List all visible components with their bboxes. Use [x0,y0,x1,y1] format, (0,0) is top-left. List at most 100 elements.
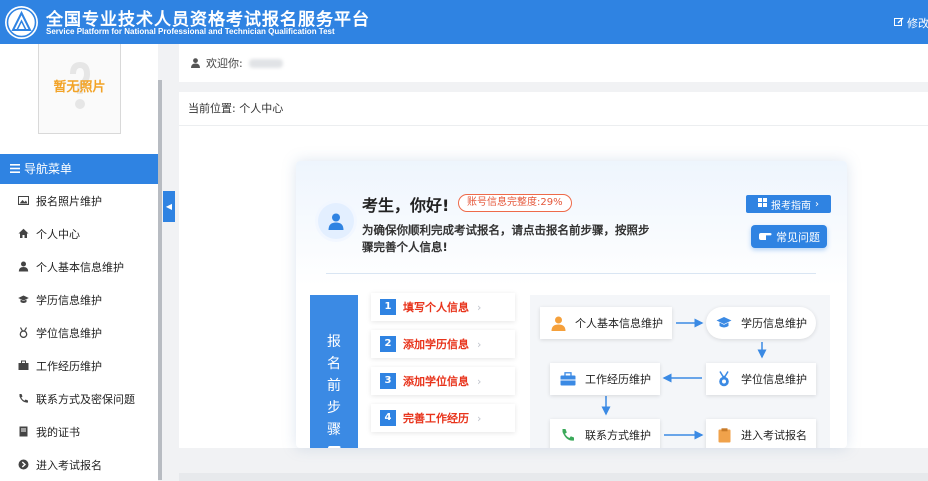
greeting-text: 考生，你好! [362,196,450,215]
sidebar-item-education[interactable]: 学历信息维护 [0,283,158,316]
step-number: 3 [380,373,396,389]
sidebar-item-label: 工作经历维护 [36,359,102,373]
clipboard-icon [716,427,732,443]
flow-node-enroll[interactable]: 进入考试报名 [706,419,816,448]
user-avatar-icon [328,213,344,230]
sidebar-collapse-button[interactable]: ◀ [163,191,175,222]
medal-icon [716,371,732,387]
nav-menu-header: 导航菜单 [0,154,158,184]
exam-guide-button[interactable]: 报考指南 › [746,195,831,213]
user-icon [17,261,29,273]
chevron-right-icon: › [477,374,482,388]
process-flow-diagram: 个人基本信息维护 学历信息维护 学位信息维护 工作经历维护 联系方式维护 进入考… [530,295,830,448]
nav-menu-title: 导航菜单 [24,162,73,176]
breadcrumb: 当前位置: 个人中心 [179,92,928,126]
chevron-right-icon: › [477,300,482,314]
sidebar-item-degree[interactable]: 学位信息维护 [0,316,158,349]
phone-icon [560,427,576,443]
modify-link[interactable]: 修改 [894,15,928,31]
book-icon [17,426,29,438]
flow-node-label: 联系方式维护 [585,429,651,442]
sidebar-item-label: 个人中心 [36,227,80,241]
breadcrumb-current: 个人中心 [239,102,284,115]
sidebar-item-label: 个人基本信息维护 [36,260,124,274]
sidebar-item-label: 联系方式及密保问题 [36,392,135,406]
sidebar-item-label: 学位信息维护 [36,326,102,340]
edit-icon [894,17,904,30]
step-label: 填写个人信息 [403,301,469,314]
flow-node-work[interactable]: 工作经历维护 [550,363,660,395]
flow-node-label: 工作经历维护 [585,373,651,386]
medal-icon [17,327,29,339]
step-complete-work[interactable]: 4 完善工作经历 › [371,404,515,432]
flow-node-degree[interactable]: 学位信息维护 [706,363,816,395]
home-icon [17,228,29,240]
nav-list: 报名照片维护 个人中心 个人基本信息维护 学历信息维护 学位信息维护 工作经历维… [0,184,158,481]
platform-subtitle: Service Platform for National Profession… [46,27,335,36]
sidebar-item-label: 进入考试报名 [36,458,102,472]
step-label: 添加学位信息 [403,375,469,388]
step-fill-personal-info[interactable]: 1 填写个人信息 › [371,293,515,321]
user-orange-icon [550,315,566,331]
step-number: 2 [380,336,396,352]
grid-icon [758,198,767,210]
flow-node-personal[interactable]: 个人基本信息维护 [540,307,672,339]
sidebar-item-home[interactable]: 个人中心 [0,217,158,250]
arrow-circle-icon [17,459,29,471]
breadcrumb-prefix: 当前位置: [188,102,236,115]
graduation-cap-icon [716,315,732,331]
hand-pointer-icon [328,446,341,448]
completion-badge: 账号信息完整度:29% [458,194,572,212]
image-icon [17,195,29,207]
graduation-cap-icon [17,294,29,306]
flow-node-label: 个人基本信息维护 [575,317,663,330]
hand-pointer-icon [758,230,772,244]
chevron-right-icon: › [477,411,482,425]
flow-node-contact[interactable]: 联系方式维护 [550,419,660,448]
briefcase-icon [17,360,29,372]
phone-icon [17,393,29,405]
flow-node-label: 进入考试报名 [741,429,807,442]
step-add-education[interactable]: 2 添加学历信息 › [371,330,515,358]
steps-title-char: 前 [327,378,341,394]
chevron-right-icon: › [815,198,819,210]
faq-button[interactable]: 常见问题 [751,225,827,248]
step-number: 1 [380,299,396,315]
steps-title-char: 名 [327,356,341,372]
sidebar-item-contact[interactable]: 联系方式及密保问题 [0,382,158,415]
flow-node-label: 学历信息维护 [741,317,807,330]
personal-center-card: 考生，你好! 账号信息完整度:29% 为确保你顺利完成考试报名，请点击报名前步骤… [296,161,847,448]
steps-title-char: 报 [327,334,341,350]
step-label: 完善工作经历 [403,412,469,425]
username-redacted [248,58,283,68]
steps-title-char: 骤 [327,422,341,438]
card-divider [326,273,816,274]
sidebar-item-photo[interactable]: 报名照片维护 [0,184,158,217]
sidebar-scrollbar[interactable] [158,80,162,480]
avatar [318,203,354,239]
flow-node-label: 学位信息维护 [741,373,807,386]
top-header: 全国专业技术人员资格考试报名服务平台 Service Platform for … [0,0,928,44]
menu-icon [10,154,20,184]
sidebar-item-work[interactable]: 工作经历维护 [0,349,158,382]
sidebar-item-certificates[interactable]: 我的证书 [0,415,158,448]
bottom-scroll-area [179,448,928,481]
sidebar-item-label: 报名照片维护 [36,194,102,208]
step-number: 4 [380,410,396,426]
steps-title-char: 步 [327,400,341,416]
sidebar-item-enroll[interactable]: 进入考试报名 [0,448,158,481]
caret-left-icon: ◀ [165,202,173,211]
step-add-degree[interactable]: 3 添加学位信息 › [371,367,515,395]
modify-label: 修改 [907,17,928,30]
flow-node-education[interactable]: 学历信息维护 [706,307,816,339]
briefcase-icon [560,371,576,387]
user-icon [191,58,200,68]
photo-placeholder[interactable]: 暂无照片 [38,44,121,134]
welcome-bar: 欢迎你: [179,44,928,82]
welcome-label: 欢迎你: [206,57,243,70]
step-label: 添加学历信息 [403,338,469,351]
intro-text: 为确保你顺利完成考试报名，请点击报名前步骤，按照步骤完善个人信息! [362,223,650,254]
platform-logo [5,6,38,39]
sidebar-item-personal-info[interactable]: 个人基本信息维护 [0,250,158,283]
exam-guide-label: 报考指南 [771,200,811,212]
